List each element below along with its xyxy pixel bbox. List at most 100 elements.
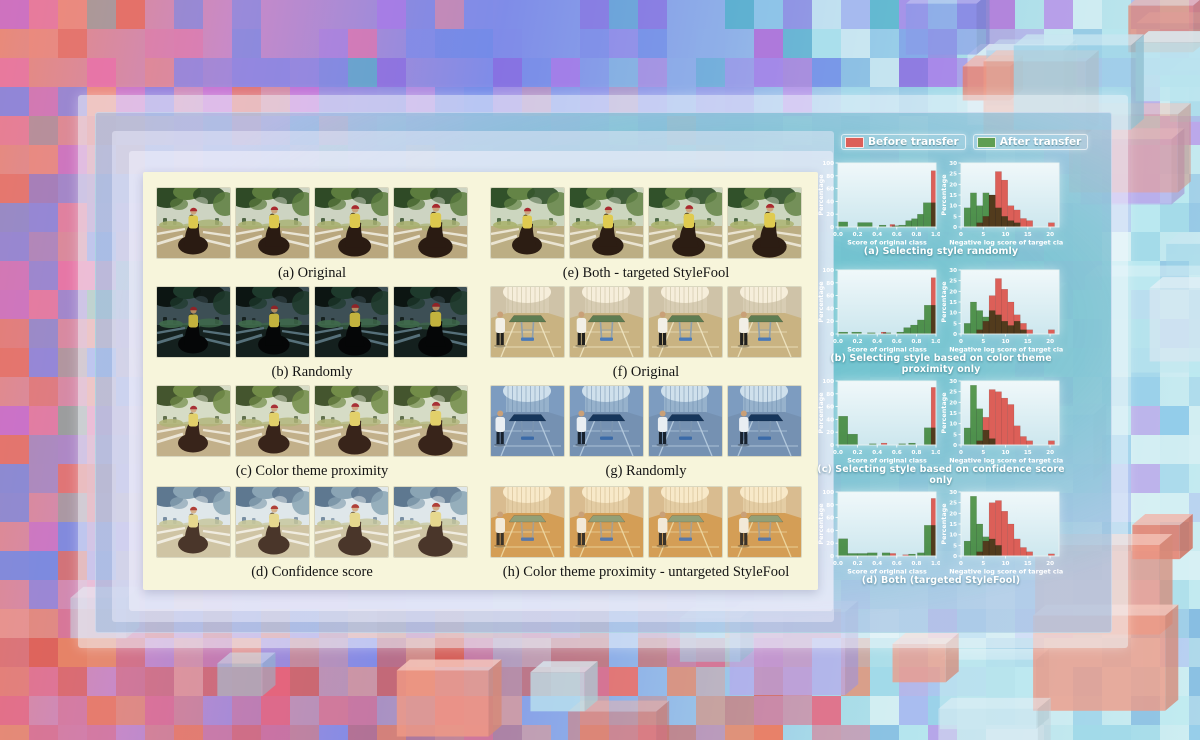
video-frame-c-4	[394, 386, 467, 456]
histogram-group-a: 0204060801000.00.20.40.60.81.0Score of o…	[816, 160, 1072, 270]
video-frame-d-4	[394, 487, 467, 557]
svg-text:5: 5	[981, 339, 985, 345]
svg-text:Percentage: Percentage	[940, 174, 948, 216]
svg-text:100: 100	[822, 379, 834, 385]
svg-text:0: 0	[953, 225, 957, 231]
svg-text:15: 15	[1024, 561, 1032, 567]
video-frame-a-4	[394, 188, 467, 258]
svg-text:0.6: 0.6	[892, 232, 902, 238]
video-frame-f-1	[491, 287, 564, 357]
svg-text:40: 40	[826, 417, 834, 423]
figure-row-g: (g) Randomly	[491, 386, 801, 481]
svg-text:0: 0	[953, 443, 957, 449]
svg-text:0: 0	[830, 332, 834, 338]
svg-text:15: 15	[1024, 339, 1032, 345]
histogram-score-original-class: 0204060801000.00.20.40.60.81.0Score of o…	[816, 160, 940, 252]
figure-row-e: (e) Both - targeted StyleFool	[491, 188, 801, 283]
svg-text:5: 5	[981, 450, 985, 456]
legend-item-after: After transfer	[973, 134, 1089, 150]
svg-text:40: 40	[826, 199, 834, 205]
svg-text:60: 60	[826, 187, 834, 193]
video-frame-h-4	[728, 487, 801, 557]
svg-text:15: 15	[949, 193, 957, 199]
svg-text:25: 25	[949, 279, 957, 285]
video-frame-e-4	[728, 188, 801, 258]
figure-row-caption-f: (f) Original	[491, 364, 801, 381]
svg-text:5: 5	[953, 543, 957, 549]
histogram-group-caption: (d) Both (targeted StyleFool)	[816, 575, 1066, 586]
figure-row-caption-h: (h) Color theme proximity - untargeted S…	[491, 564, 801, 581]
svg-text:80: 80	[826, 503, 834, 509]
svg-text:0.0: 0.0	[833, 561, 843, 567]
svg-text:30: 30	[949, 490, 957, 496]
histogram-neg-log-score-target-class: 05101520253005101520Negative log score o…	[939, 378, 1063, 470]
figure-row-caption-b: (b) Randomly	[157, 364, 467, 381]
svg-text:80: 80	[826, 392, 834, 398]
svg-text:0.6: 0.6	[892, 450, 902, 456]
svg-text:10: 10	[949, 533, 957, 539]
svg-text:Percentage: Percentage	[940, 503, 948, 545]
svg-text:15: 15	[1024, 450, 1032, 456]
svg-text:100: 100	[822, 268, 834, 274]
svg-text:10: 10	[1002, 339, 1010, 345]
svg-text:0.4: 0.4	[872, 450, 882, 456]
svg-text:60: 60	[826, 294, 834, 300]
legend-label: After transfer	[1000, 136, 1082, 148]
histogram-neg-log-score-target-class: 05101520253005101520Negative log score o…	[939, 160, 1063, 252]
video-frame-b-2	[236, 287, 309, 357]
video-frame-h-2	[570, 487, 643, 557]
svg-text:5: 5	[953, 432, 957, 438]
svg-text:20: 20	[826, 319, 834, 325]
figure-row-h: (h) Color theme proximity - untargeted S…	[491, 487, 801, 582]
figure-row-caption-e: (e) Both - targeted StyleFool	[491, 265, 801, 282]
svg-text:Percentage: Percentage	[817, 392, 825, 434]
svg-text:0.0: 0.0	[833, 339, 843, 345]
svg-text:60: 60	[826, 405, 834, 411]
svg-text:0.2: 0.2	[853, 561, 863, 567]
svg-text:20: 20	[1046, 232, 1054, 238]
histogram-score-original-class: 0204060801000.00.20.40.60.81.0Score of o…	[816, 489, 940, 581]
svg-text:0.0: 0.0	[833, 450, 843, 456]
svg-text:10: 10	[949, 422, 957, 428]
video-frame-b-4	[394, 287, 467, 357]
video-frame-a-3	[315, 188, 388, 258]
svg-text:0: 0	[953, 332, 957, 338]
legend-swatch-before	[845, 137, 864, 148]
svg-text:10: 10	[949, 311, 957, 317]
histogram-group-caption: (c) Selecting style based on confidence …	[816, 464, 1066, 486]
figure-row-c: (c) Color theme proximity	[157, 386, 467, 481]
svg-text:20: 20	[826, 430, 834, 436]
svg-text:0.8: 0.8	[911, 450, 921, 456]
histogram-neg-log-score-target-class: 05101520253005101520Negative log score o…	[939, 489, 1063, 581]
svg-text:25: 25	[949, 390, 957, 396]
svg-text:0.8: 0.8	[911, 232, 921, 238]
video-frame-g-1	[491, 386, 564, 456]
svg-text:15: 15	[949, 411, 957, 417]
video-frame-g-4	[728, 386, 801, 456]
video-frame-f-3	[649, 287, 722, 357]
video-frame-e-2	[570, 188, 643, 258]
video-frame-f-2	[570, 287, 643, 357]
svg-text:60: 60	[826, 516, 834, 522]
svg-text:Percentage: Percentage	[817, 174, 825, 216]
svg-text:5: 5	[953, 321, 957, 327]
video-frame-c-1	[157, 386, 230, 456]
svg-text:30: 30	[949, 161, 957, 167]
svg-text:0.4: 0.4	[872, 339, 882, 345]
figure-row-caption-g: (g) Randomly	[491, 463, 801, 480]
histogram-score-original-class: 0204060801000.00.20.40.60.81.0Score of o…	[816, 267, 940, 359]
svg-text:Percentage: Percentage	[940, 281, 948, 323]
svg-text:0: 0	[830, 554, 834, 560]
svg-text:15: 15	[1024, 232, 1032, 238]
svg-text:0: 0	[959, 339, 963, 345]
svg-text:25: 25	[949, 172, 957, 178]
legend-swatch-after	[977, 137, 996, 148]
video-frame-e-1	[491, 188, 564, 258]
svg-text:20: 20	[1046, 339, 1054, 345]
svg-text:100: 100	[822, 490, 834, 496]
video-frame-b-1	[157, 287, 230, 357]
video-frame-b-3	[315, 287, 388, 357]
video-frame-a-2	[236, 188, 309, 258]
legend-item-before: Before transfer	[841, 134, 966, 150]
video-frame-d-2	[236, 487, 309, 557]
